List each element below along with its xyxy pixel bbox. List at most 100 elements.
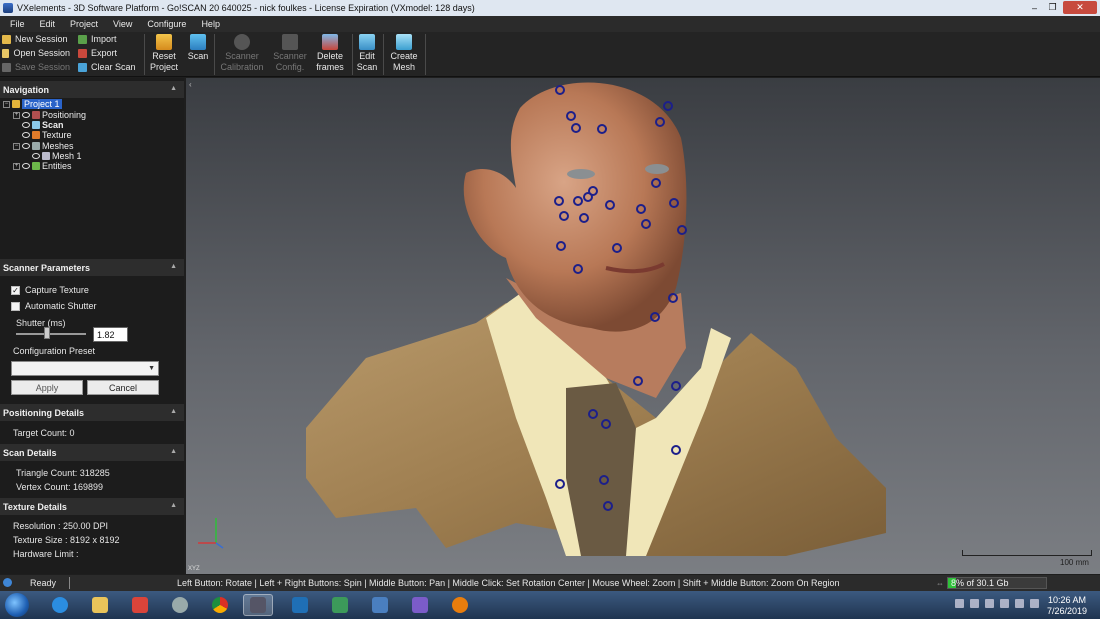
tree-item-project[interactable]: − Project 1 [3,99,62,109]
tray-volume-icon[interactable] [1030,599,1039,608]
menu-configure[interactable]: Configure [142,19,191,29]
texture-resolution: Resolution : 250.00 DPI [13,521,109,531]
taskbar-vxelements[interactable] [243,594,273,616]
clock[interactable]: 10:26 AM 7/26/2019 [1043,595,1091,617]
taskbar-app-hex[interactable] [405,594,435,616]
menu-file[interactable]: File [5,19,30,29]
taskbar-app-red[interactable] [125,594,155,616]
status-ready: Ready [30,578,57,588]
scan-details-header[interactable]: Scan Details ▲ [0,444,184,461]
shutter-slider-track[interactable] [16,333,86,335]
collapse-node-icon[interactable]: − [13,142,20,150]
ribbon-separator [214,34,215,75]
minimize-button[interactable]: – [1026,1,1043,14]
tree-item-mesh-1[interactable]: Mesh 1 [32,151,82,161]
taskbar-app-film[interactable] [365,594,395,616]
shutter-label: Shutter (ms) [16,318,66,328]
scanner-config-icon [282,34,298,50]
folder-icon [92,597,108,613]
menu-project[interactable]: Project [65,19,103,29]
tree-item-entities[interactable]: + Entities [13,161,72,171]
menu-help[interactable]: Help [196,19,225,29]
import-button[interactable]: Import [78,32,144,46]
collapse-node-icon[interactable]: − [3,100,10,108]
collapse-panel-icon[interactable]: ‹ [189,80,192,89]
automatic-shutter-checkbox[interactable]: Automatic Shutter [11,301,97,311]
tree-item-scan[interactable]: Scan [22,120,64,130]
scanner-parameters-header[interactable]: Scanner Parameters ▲ [0,259,184,276]
close-button[interactable]: ✕ [1063,1,1097,14]
folder-icon [2,48,10,58]
collapse-icon[interactable]: ▲ [170,85,177,92]
positioning-details-header[interactable]: Positioning Details ▲ [0,404,184,421]
export-button[interactable]: Export [78,46,144,60]
meshes-icon [32,142,40,150]
start-button[interactable] [5,593,29,617]
expand-node-icon[interactable]: + [13,162,20,170]
tree-item-positioning[interactable]: + Positioning [13,110,86,120]
export-icon [78,48,87,58]
maximize-button[interactable]: ❐ [1044,1,1061,14]
capture-texture-checkbox[interactable]: ✓ Capture Texture [11,285,89,295]
scale-bar [962,550,1092,556]
taskbar-app-snowflake[interactable] [285,594,315,616]
tray-network-icon[interactable] [1015,599,1024,608]
create-mesh-icon [396,34,412,50]
taskbar-app-eye[interactable] [165,594,195,616]
texture-details-header[interactable]: Texture Details ▲ [0,498,184,515]
collapse-icon[interactable]: ▲ [170,502,177,509]
apply-button[interactable]: Apply [11,380,83,395]
save-session-button[interactable]: Save Session [2,60,70,74]
app-icon [3,3,13,13]
clear-scan-button[interactable]: Clear Scan [78,60,144,74]
visibility-eye-icon[interactable] [22,143,30,149]
tree-item-meshes[interactable]: − Meshes [13,141,74,151]
calibration-icon [234,34,250,50]
taskbar-blender[interactable] [445,594,475,616]
info-icon [3,578,12,587]
navigation-header[interactable]: Navigation ▲ [0,81,184,98]
configuration-preset-select[interactable]: ▼ [11,361,159,376]
taskbar-ie[interactable] [45,594,75,616]
new-session-button[interactable]: New Session [2,32,70,46]
taskbar-explorer[interactable] [85,594,115,616]
collapse-icon[interactable]: ▲ [170,448,177,455]
tray-arrow-icon[interactable] [955,599,964,608]
checkbox-checked-icon[interactable]: ✓ [11,285,20,295]
3d-viewport[interactable]: ‹ XYZ 100 mm [186,78,1100,574]
shutter-value-input[interactable]: 1.82 [93,327,128,342]
collapse-icon[interactable]: ▲ [170,408,177,415]
axis-triad [198,518,224,549]
session-group: New Session Open Session Save Session [2,32,70,74]
tree-item-texture[interactable]: Texture [22,130,72,140]
shutter-slider-thumb[interactable] [44,327,50,339]
vx-icon [250,597,266,613]
create-mesh-button[interactable]: Create Mesh [381,34,427,76]
expand-node-icon[interactable]: + [13,111,20,119]
cancel-button[interactable]: Cancel [87,380,159,395]
clock-time: 10:26 AM [1047,595,1087,605]
visibility-eye-icon[interactable] [32,153,40,159]
scanner-calibration-button[interactable]: Scanner Calibration [219,34,265,76]
tray-device-icon[interactable] [985,599,994,608]
import-icon [78,34,87,44]
tie-shape [566,383,636,556]
visibility-eye-icon[interactable] [22,163,30,169]
menu-view[interactable]: View [108,19,137,29]
checkbox-unchecked-icon[interactable] [11,301,20,311]
visibility-eye-icon[interactable] [22,112,30,118]
collapse-icon[interactable]: ▲ [170,263,177,270]
taskbar-chrome[interactable] [205,594,235,616]
visibility-eye-icon[interactable] [22,122,30,128]
menu-edit[interactable]: Edit [35,19,61,29]
texture-size: Texture Size : 8192 x 8192 [13,535,120,545]
dropdown-arrow-icon[interactable]: ▼ [148,365,155,372]
snowflake-icon [292,597,308,613]
ribbon-separator [425,34,426,75]
taskbar-app-monitor[interactable] [325,594,355,616]
tray-battery-icon[interactable] [1000,599,1009,608]
tray-flag-icon[interactable] [970,599,979,608]
title-bar: VXelements - 3D Software Platform - Go!S… [0,0,1100,16]
open-session-button[interactable]: Open Session [2,46,70,60]
visibility-eye-icon[interactable] [22,132,30,138]
